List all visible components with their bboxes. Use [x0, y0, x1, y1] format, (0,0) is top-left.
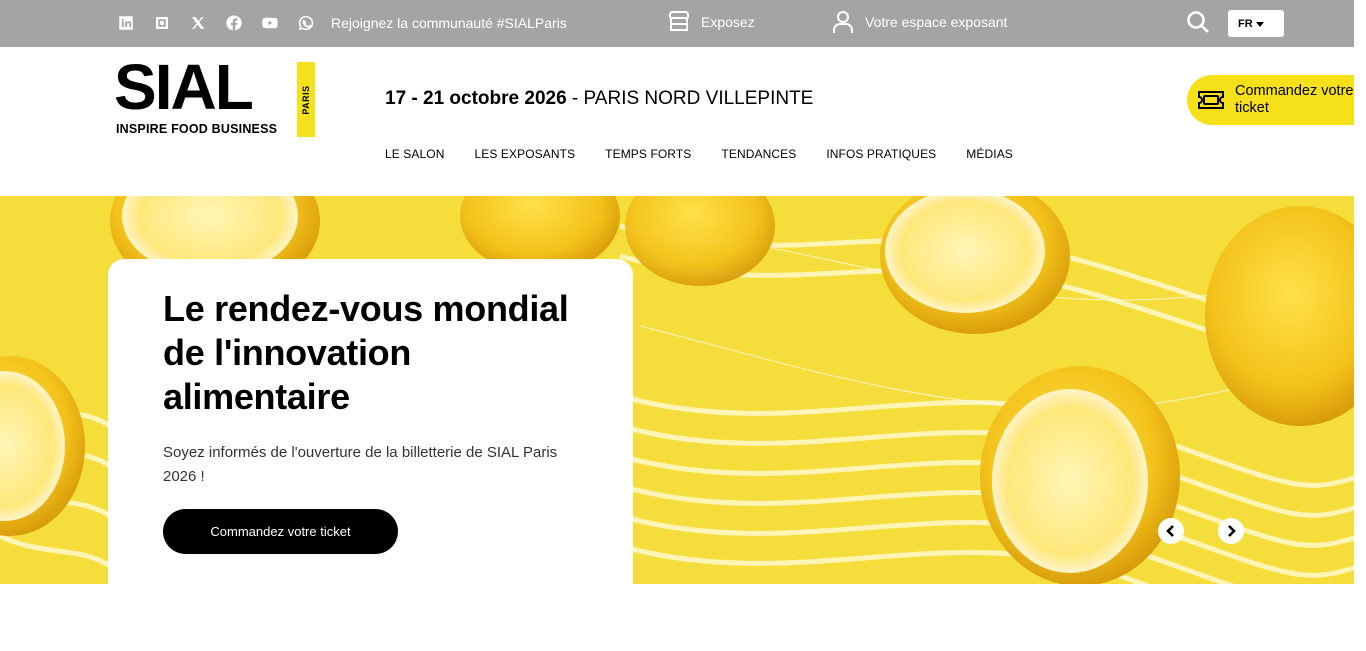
nav-item-le-salon[interactable]: LE SALON — [385, 147, 445, 161]
exposez-label: Exposez — [701, 14, 755, 30]
logo-city: PARIS — [301, 84, 311, 115]
hero-card: Le rendez-vous mondial de l'innovation a… — [108, 259, 633, 584]
ticket-icon — [1198, 91, 1224, 109]
chevron-left-icon — [1166, 525, 1174, 537]
store-icon — [669, 11, 689, 31]
search-icon[interactable] — [1186, 10, 1212, 36]
caret-down-icon — [1255, 21, 1264, 27]
exhibitor-space-label: Votre espace exposant — [865, 14, 1008, 30]
nav-item-les-exposants[interactable]: LES EXPOSANTS — [475, 147, 576, 161]
language-selector[interactable]: FR — [1228, 10, 1284, 37]
hero-order-ticket-button[interactable]: Commandez votre ticket — [163, 509, 398, 554]
sial-logo[interactable]: SIAL INSPIRE FOOD BUSINESS PARIS — [114, 55, 316, 139]
hero-text: Soyez informés de l'ouverture de la bill… — [163, 444, 558, 485]
nav-item-temps-forts[interactable]: TEMPS FORTS — [605, 147, 691, 161]
user-icon — [833, 11, 853, 33]
site-header: SIAL INSPIRE FOOD BUSINESS PARIS 17 - 21… — [0, 47, 1354, 196]
event-venue: - PARIS NORD VILLEPINTE — [566, 88, 814, 109]
hero-title: Le rendez-vous mondial de l'innovation a… — [163, 288, 569, 417]
exposez-link[interactable]: Exposez — [667, 9, 755, 35]
logo-city-badge: PARIS — [297, 62, 315, 137]
order-ticket-button[interactable]: Commandez votre ticket — [1187, 75, 1354, 125]
youtube-icon[interactable] — [261, 12, 297, 34]
main-nav: LE SALON LES EXPOSANTS TEMPS FORTS TENDA… — [385, 147, 1013, 161]
facebook-icon[interactable] — [225, 12, 261, 34]
instagram-icon[interactable] — [153, 12, 189, 34]
x-icon[interactable] — [189, 12, 225, 34]
nav-item-medias[interactable]: MÉDIAS — [966, 147, 1013, 161]
exhibitor-space-link[interactable]: Votre espace exposant — [831, 9, 1007, 35]
chevron-right-icon — [1228, 525, 1236, 537]
top-bar: Rejoignez la communauté #SIALParis Expos… — [0, 0, 1354, 47]
order-ticket-label: Commandez votre ticket — [1235, 83, 1354, 116]
carousel-prev-button[interactable] — [1158, 518, 1184, 544]
logo-wordmark: SIAL — [114, 51, 254, 123]
nav-item-tendances[interactable]: TENDANCES — [721, 147, 796, 161]
social-links — [117, 12, 333, 34]
hero-banner: Le rendez-vous mondial de l'innovation a… — [0, 196, 1354, 584]
language-label: FR — [1238, 17, 1253, 30]
whatsapp-icon[interactable] — [297, 12, 333, 34]
linkedin-icon[interactable] — [117, 12, 153, 34]
carousel-next-button[interactable] — [1218, 518, 1244, 544]
community-text: Rejoignez la communauté #SIALParis — [331, 15, 567, 31]
event-dates-bold: 17 - 21 octobre 2026 — [385, 88, 567, 109]
nav-item-infos-pratiques[interactable]: INFOS PRATIQUES — [826, 147, 936, 161]
event-dates: 17 - 21 octobre 2026 - PARIS NORD VILLEP… — [385, 88, 813, 110]
logo-tagline: INSPIRE FOOD BUSINESS — [116, 122, 278, 136]
